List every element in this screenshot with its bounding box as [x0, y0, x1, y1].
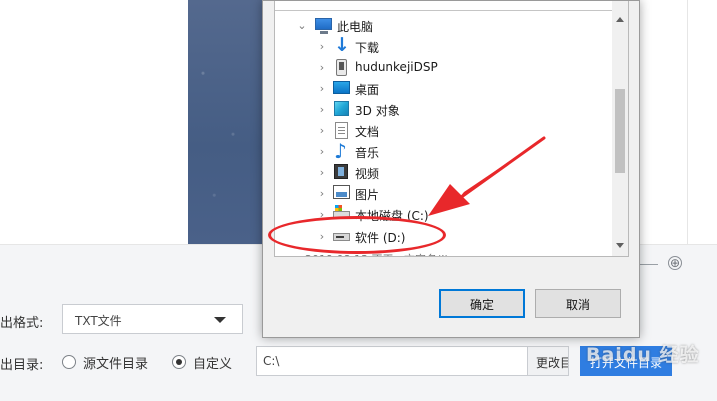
- tree-item-this-pc[interactable]: ⌄ 此电脑: [275, 15, 614, 36]
- scroll-up-icon[interactable]: [616, 17, 624, 22]
- 3d-objects-icon: [334, 101, 349, 116]
- chevron-right-icon[interactable]: ›: [317, 141, 327, 162]
- desktop-icon: [333, 81, 350, 94]
- baidu-watermark: Baidu 经验: [586, 344, 700, 366]
- chevron-down-icon[interactable]: ⌄: [297, 15, 307, 36]
- chevron-right-icon[interactable]: ›: [317, 120, 327, 141]
- tree-item-label: 3D 对象: [355, 104, 400, 118]
- tree-item-label: 文档: [355, 125, 380, 139]
- tree-top-edge: [275, 1, 614, 11]
- ok-button[interactable]: 确定: [439, 289, 525, 318]
- tree-item-label: 桌面: [355, 83, 380, 97]
- radio-source-label: 源文件目录: [83, 356, 149, 372]
- document-icon: [335, 122, 348, 139]
- tree-item-label: hudunkejiDSP: [355, 60, 438, 74]
- tree-scrollbar[interactable]: [612, 1, 628, 256]
- caret-down-icon: [214, 317, 226, 323]
- tree-item-label: 音乐: [355, 146, 380, 160]
- radio-source-dir[interactable]: 源文件目录: [62, 354, 149, 372]
- annotation-arrow-icon: [428, 136, 546, 216]
- picture-icon: [333, 185, 350, 199]
- tree-item-downloads[interactable]: › 下载: [275, 34, 614, 57]
- computer-icon: [315, 18, 332, 34]
- output-format-label: 出格式:: [0, 316, 44, 331]
- zoom-in-icon[interactable]: ⊕: [668, 256, 682, 270]
- radio-custom-dir[interactable]: 自定义: [172, 354, 233, 372]
- scroll-thumb[interactable]: [615, 89, 625, 173]
- tree-item-label: 下载: [355, 41, 380, 55]
- scroll-down-icon[interactable]: [616, 243, 624, 248]
- tree-item-device[interactable]: › hudunkejiDSP: [275, 57, 614, 78]
- video-icon: [334, 164, 348, 179]
- tree-item-label: 图片: [355, 188, 380, 202]
- chevron-right-icon[interactable]: ›: [317, 99, 327, 120]
- radio-custom-label: 自定义: [193, 356, 233, 372]
- tree-item-desktop[interactable]: › 桌面: [275, 78, 614, 99]
- chevron-right-icon[interactable]: ›: [317, 183, 327, 204]
- change-dir-button[interactable]: 更改目录: [527, 346, 569, 376]
- chevron-right-icon[interactable]: ›: [317, 36, 327, 57]
- phone-device-icon: [336, 59, 347, 76]
- tree-item-label: 此电脑: [337, 20, 374, 34]
- output-format-select[interactable]: TXT文件: [62, 304, 243, 334]
- chevron-right-icon[interactable]: ›: [317, 57, 327, 78]
- chevron-right-icon[interactable]: ›: [317, 78, 327, 99]
- document-preview-image: [188, 0, 263, 244]
- output-format-value: TXT文件: [75, 314, 122, 328]
- radio-circle-icon: [62, 355, 76, 369]
- tree-item-3d-objects[interactable]: › 3D 对象: [275, 99, 614, 120]
- cancel-button[interactable]: 取消: [535, 289, 621, 318]
- music-icon: [334, 139, 351, 163]
- download-icon: [333, 34, 350, 56]
- output-dir-label: 出目录:: [0, 358, 44, 373]
- radio-checked-icon: [172, 355, 186, 369]
- output-path-input[interactable]: [256, 346, 528, 376]
- tree-item-label: 视频: [355, 167, 380, 181]
- chevron-right-icon[interactable]: ›: [317, 162, 327, 183]
